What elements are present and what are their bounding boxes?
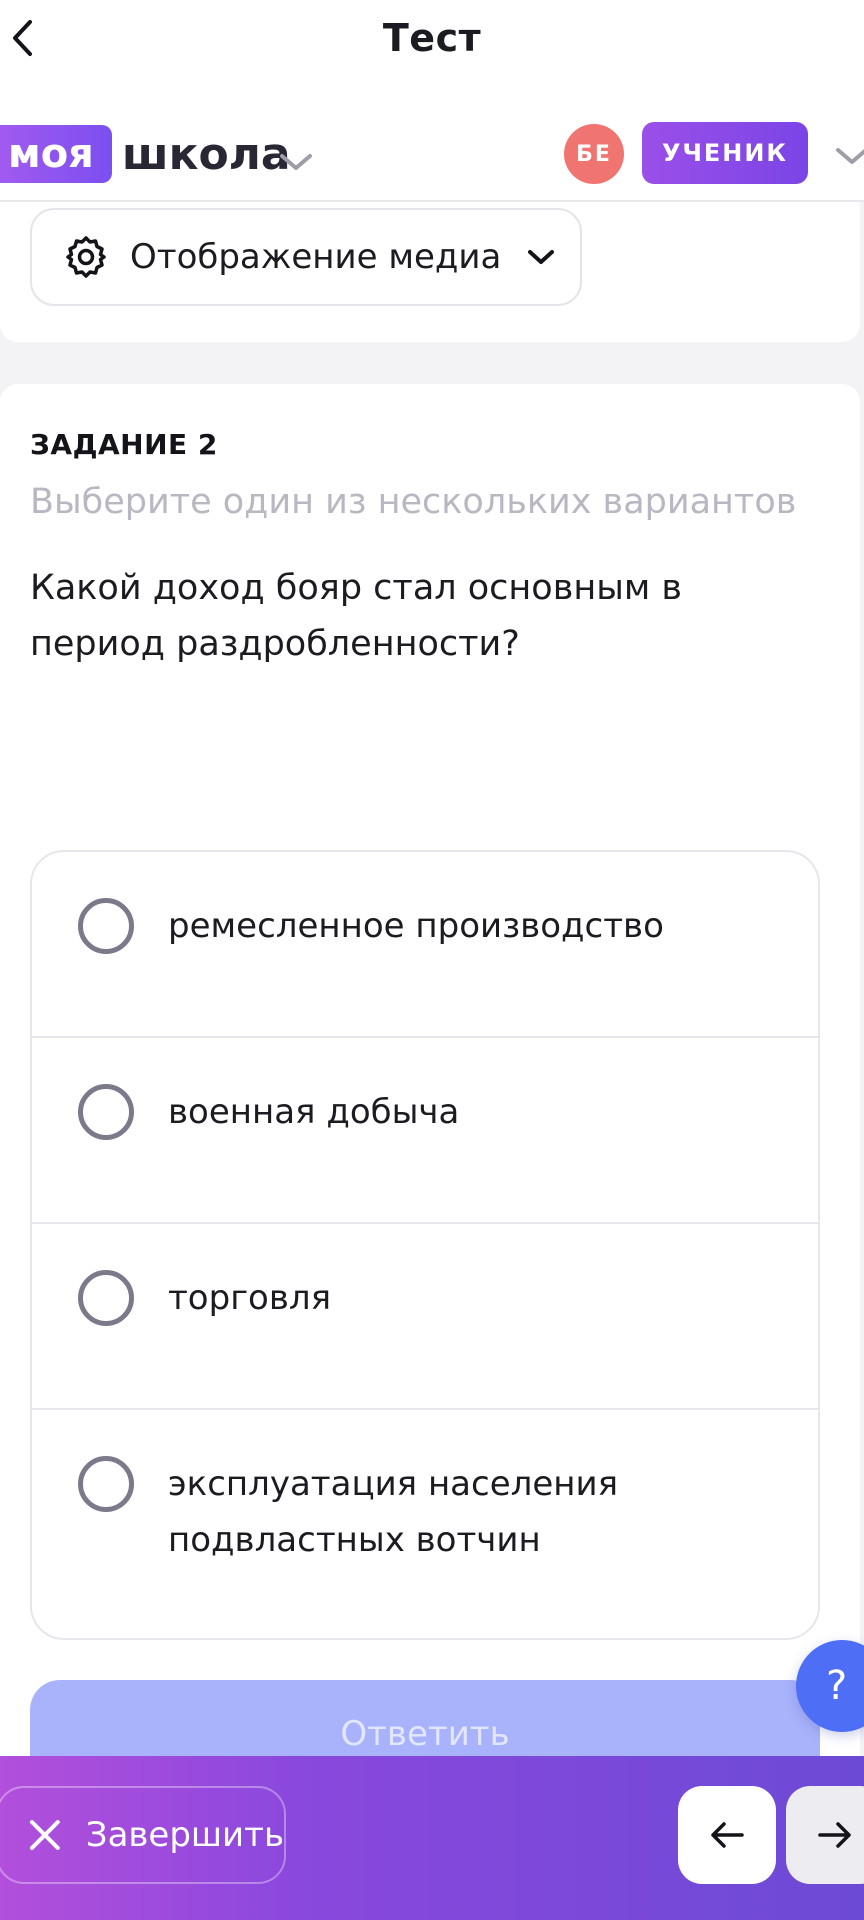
arrow-right-icon [818, 1822, 851, 1848]
answer-option[interactable]: военная добыча [32, 1038, 818, 1224]
radio-button[interactable] [78, 1084, 134, 1140]
page-title: Тест [382, 16, 482, 60]
bottom-bar: Завершить [0, 1756, 864, 1920]
task-question: Какой доход бояр стал основным в период … [30, 568, 683, 664]
radio-button[interactable] [78, 1456, 134, 1512]
help-label: ? [826, 1663, 848, 1709]
arrow-left-icon [711, 1822, 744, 1848]
school-header: моя школа БЕ УЧЕНИК [0, 84, 864, 202]
previous-task-button[interactable] [678, 1786, 776, 1884]
answer-option[interactable]: ремесленное производство [32, 852, 818, 1038]
answer-option-label: торговля [168, 1278, 332, 1318]
chevron-down-icon [836, 148, 864, 164]
school-logo[interactable]: моя школа [0, 124, 291, 184]
media-card: Отображение медиа [0, 202, 860, 342]
answer-option[interactable]: торговля [32, 1224, 818, 1410]
answer-option-label: военная добыча [168, 1092, 460, 1132]
top-app-bar: Тест [0, 0, 864, 84]
chevron-down-icon [280, 154, 312, 170]
school-menu-toggle[interactable] [276, 142, 316, 182]
answer-option-label: эксплуатация населения подвластных вотчи… [168, 1464, 619, 1560]
radio-button[interactable] [78, 898, 134, 954]
role-badge[interactable]: УЧЕНИК [642, 122, 808, 184]
answer-options: ремесленное производство военная добыча … [30, 850, 820, 1640]
media-display-dropdown[interactable]: Отображение медиа [30, 208, 582, 306]
logo-part-moya: моя [0, 125, 112, 183]
task-hint: Выберите один из нескольких вариантов [30, 482, 797, 522]
task-number: ЗАДАНИЕ 2 [30, 428, 218, 461]
answer-option[interactable]: эксплуатация населения подвластных вотчи… [32, 1410, 818, 1636]
answer-option-label: ремесленное производство [168, 906, 664, 946]
close-icon [29, 1820, 60, 1850]
gear-icon [66, 236, 106, 278]
task-card: ЗАДАНИЕ 2 Выберите один из нескольких ва… [0, 384, 860, 1790]
next-task-button[interactable] [786, 1786, 864, 1884]
finish-label: Завершить [85, 1815, 284, 1855]
radio-button[interactable] [78, 1270, 134, 1326]
chevron-down-icon [527, 248, 555, 266]
finish-test-button[interactable]: Завершить [0, 1786, 286, 1884]
profile-menu-toggle[interactable] [832, 136, 864, 176]
media-display-label: Отображение медиа [130, 237, 502, 277]
logo-part-shkola: школа [121, 128, 291, 180]
avatar[interactable]: БЕ [564, 124, 624, 184]
